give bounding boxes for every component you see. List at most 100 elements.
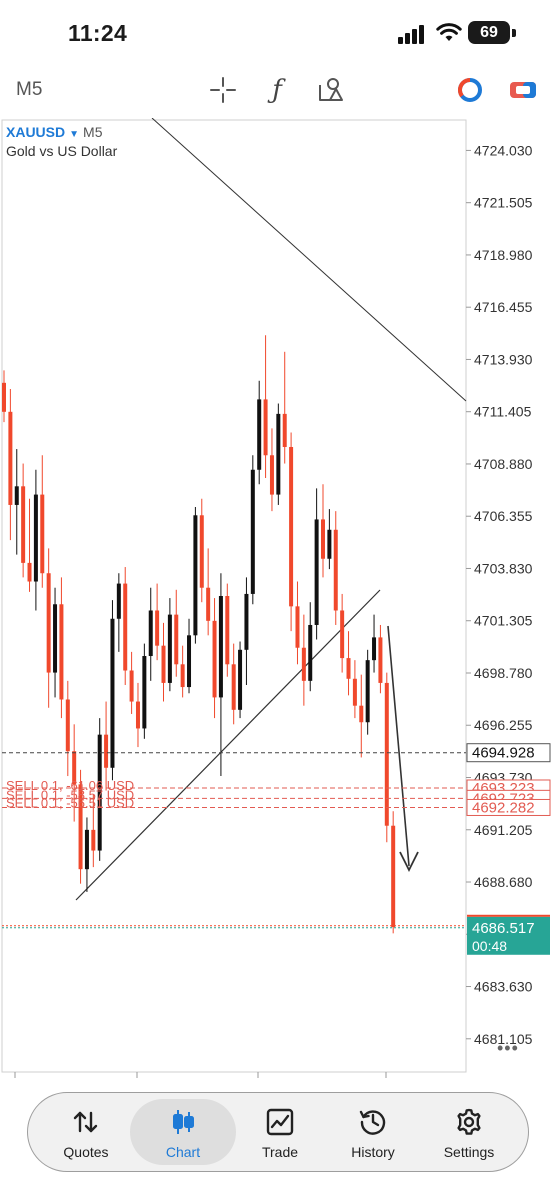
y-tick-label: 4718.980 <box>474 247 533 263</box>
candle-body <box>378 637 383 683</box>
candle-body <box>372 637 377 661</box>
nav-settings[interactable]: Settings <box>420 1093 518 1171</box>
candle-body <box>2 382 6 412</box>
candle-body <box>21 486 26 563</box>
candle-body <box>327 529 332 559</box>
objects-icon[interactable] <box>316 75 346 105</box>
candle-body <box>206 587 211 621</box>
y-tick-label: 4708.880 <box>474 456 533 472</box>
quotes-icon <box>73 1111 98 1133</box>
y-tick-label: 4703.830 <box>474 560 533 576</box>
trade-chart-icon <box>266 1108 294 1136</box>
candle-body <box>225 596 230 665</box>
price-chart[interactable]: 4724.030 4721.505 4718.980 4716.455 4713.930… <box>0 118 555 1078</box>
candle-body <box>174 614 179 665</box>
candle-body <box>282 413 287 447</box>
candle-body <box>110 618 115 768</box>
bar-countdown: 00:48 <box>472 938 507 954</box>
nav-history-label: History <box>351 1144 395 1160</box>
more-icon[interactable]: ••• <box>497 1038 519 1059</box>
chart-frame <box>1 119 467 1073</box>
candle-body <box>53 604 58 673</box>
candle-body <box>33 494 38 582</box>
chevron-down-icon[interactable]: ▼ <box>69 129 79 140</box>
candle-body <box>391 825 396 928</box>
candle-body <box>359 705 364 723</box>
signal-icon <box>398 24 428 44</box>
candle-body <box>321 519 325 559</box>
candle-body <box>167 614 172 683</box>
indicator-icon[interactable]: ƒ <box>262 75 292 105</box>
candle-body <box>123 583 128 671</box>
candle-body <box>116 583 121 619</box>
candle-body <box>269 455 274 495</box>
candle-body <box>14 486 19 505</box>
candle-body <box>199 515 204 588</box>
candle-body <box>314 519 319 625</box>
candle-body <box>27 562 32 582</box>
nav-chart[interactable]: Chart <box>130 1099 236 1165</box>
crosshair-icon[interactable] <box>208 75 238 105</box>
candle-body <box>142 656 147 729</box>
candle-body <box>180 664 185 688</box>
nav-trade-label: Trade <box>261 1144 299 1160</box>
status-bar: 11:24 69 <box>0 0 555 62</box>
candle-body <box>289 446 294 607</box>
status-time: 11:24 <box>68 20 128 46</box>
chart-toolbar: M5 ƒ <box>0 66 555 112</box>
nav-chart-label: Chart <box>165 1144 201 1160</box>
timeframe-selector[interactable]: M5 <box>16 79 42 101</box>
candle-body <box>65 699 70 752</box>
gear-icon <box>457 1108 481 1135</box>
candle-body <box>218 596 223 698</box>
trendline-resistance <box>151 118 467 402</box>
candle-body <box>161 645 166 683</box>
arrow-shaft <box>387 625 410 867</box>
position-label: SELL 0.1, -56.51 USD <box>6 795 134 810</box>
y-tick-label: 4716.455 <box>474 299 533 315</box>
candle-body <box>340 610 345 659</box>
candle-body <box>250 469 255 594</box>
candle-body <box>244 593 249 650</box>
y-tick-label: 4688.680 <box>474 874 533 890</box>
candle-body <box>238 649 243 710</box>
candle-body <box>384 682 389 826</box>
candle-body <box>263 399 268 456</box>
y-tick-label: 4706.355 <box>474 508 533 524</box>
bid-price-accent <box>467 914 550 917</box>
candle-body <box>187 635 192 688</box>
candle-body <box>352 678 357 706</box>
candle-body <box>91 829 96 851</box>
candle-body <box>276 413 281 495</box>
history-icon <box>359 1110 386 1135</box>
nav-quotes-label: Quotes <box>63 1144 109 1160</box>
y-tick-label: 4698.780 <box>474 665 533 681</box>
candle-body <box>40 494 45 574</box>
nav-history[interactable]: History <box>325 1093 421 1171</box>
candle-body <box>346 658 351 679</box>
candle-body <box>301 647 306 681</box>
symbol-header[interactable]: XAUUSD ▼ M5 <box>6 124 102 140</box>
chart-canvas[interactable]: 4724.030 4721.505 4718.980 4716.455 4713.930… <box>0 118 555 1078</box>
bottom-nav: Quotes Chart Trade History Settings <box>27 1092 529 1172</box>
candle-body <box>135 701 140 729</box>
position-price-label: 4692.282 <box>472 799 535 816</box>
candle-body <box>308 624 313 681</box>
battery-tip <box>512 29 516 37</box>
y-tick-label: 4713.930 <box>474 351 533 367</box>
nav-trade[interactable]: Trade <box>232 1093 328 1171</box>
candle-body <box>155 610 160 646</box>
symbol-name[interactable]: XAUUSD <box>6 124 65 140</box>
new-trade-icon[interactable] <box>508 75 538 105</box>
candle-body <box>148 610 153 657</box>
battery-icon: 69 <box>468 21 510 44</box>
y-tick-label: 4701.305 <box>474 613 533 629</box>
candle-body <box>231 664 236 710</box>
y-tick-label: 4721.505 <box>474 195 533 211</box>
symbol-timeframe: M5 <box>83 124 103 140</box>
nav-settings-label: Settings <box>443 1144 495 1160</box>
nav-quotes[interactable]: Quotes <box>38 1093 134 1171</box>
bid-price-label: 4686.517 <box>472 920 535 937</box>
candle-body <box>257 399 262 470</box>
ring-chart-icon[interactable] <box>455 75 485 105</box>
